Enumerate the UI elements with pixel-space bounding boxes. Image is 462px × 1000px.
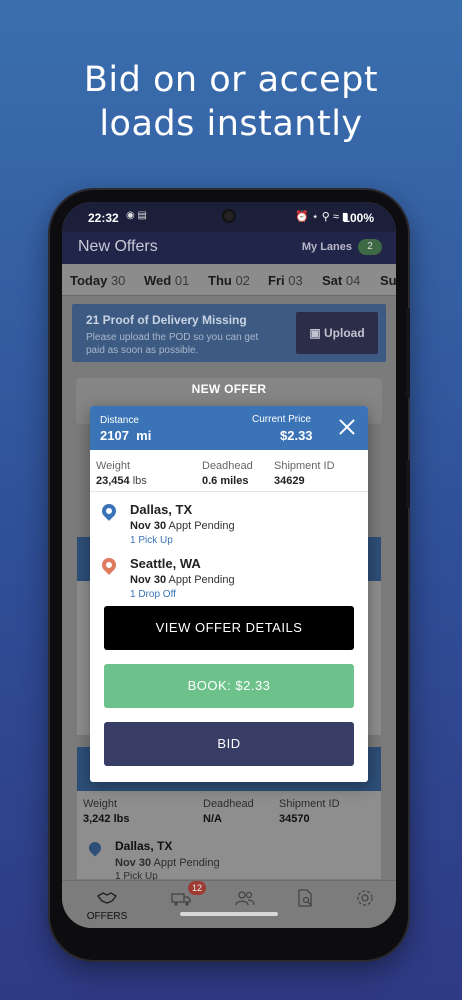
close-icon[interactable] — [336, 416, 358, 438]
nav-documents[interactable] — [272, 881, 338, 928]
pickup-city: Dallas, TX — [115, 839, 173, 853]
book-button[interactable]: BOOK: $2.33 — [104, 664, 354, 708]
shipment-id-value: 34629 — [274, 475, 305, 487]
tab-day[interactable]: Fri 03 — [268, 273, 303, 288]
camera-icon — [222, 209, 236, 223]
pod-missing-card: 21 Proof of Delivery Missing Please uplo… — [72, 304, 386, 362]
nav-offers-label: OFFERS — [86, 911, 128, 922]
shipment-id-value: 34570 — [279, 813, 310, 825]
deadhead-value: N/A — [203, 813, 222, 825]
nav-offers[interactable]: OFFERS — [74, 881, 140, 928]
phone-side-button — [406, 460, 410, 508]
pickup-stop: Dallas, TX Nov 30 Appt Pending 1 Pick Up — [90, 500, 368, 552]
phone-side-button — [406, 308, 410, 398]
modal-overlay-title: NEW OFFER — [191, 382, 267, 396]
weight-value: 3,242 lbs — [83, 813, 130, 825]
pickup-date: Nov 30 Appt Pending — [130, 520, 235, 532]
users-icon — [235, 891, 255, 906]
handshake-icon — [97, 892, 117, 904]
document-search-icon — [298, 889, 312, 907]
tab-day[interactable]: Su — [380, 273, 396, 288]
location-pin-icon — [99, 555, 119, 575]
headline-line-1: Bid on or accept — [83, 60, 379, 100]
camera-icon: ▣ — [309, 326, 321, 340]
my-lanes-count-badge: 2 — [358, 239, 382, 255]
day-tabs: Today 30 Wed 01 Thu 02 Fri 03 Sat 04 Su — [62, 264, 396, 296]
gear-icon — [357, 890, 373, 906]
current-price-value: $2.33 — [280, 428, 313, 443]
loads-count-badge: 12 — [188, 881, 206, 895]
my-lanes-link[interactable]: My Lanes — [302, 241, 352, 253]
shipment-id-label: Shipment ID — [274, 460, 335, 472]
modal-header: Distance 2107 mi Current Price $2.33 — [90, 406, 368, 450]
status-time: 22:32 — [88, 211, 119, 225]
location-pin-icon — [86, 839, 104, 857]
pickup-count: 1 Pick Up — [130, 535, 173, 546]
pickup-city: Dallas, TX — [130, 502, 193, 517]
pickup-date: Nov 30 Appt Pending — [115, 857, 220, 869]
tab-day[interactable]: Thu 02 — [208, 273, 250, 288]
nav-settings[interactable] — [332, 881, 396, 928]
dropoff-stop: Seattle, WA Nov 30 Appt Pending 1 Drop O… — [90, 554, 368, 606]
shipment-id-label: Shipment ID — [279, 798, 340, 810]
weight-label: Weight — [96, 460, 131, 472]
dropoff-count: 1 Drop Off — [130, 589, 176, 600]
system-icons: ⏰ ⋆ ⚲ ≈ ▮ — [295, 211, 348, 223]
app-header: New Offers My Lanes 2 — [62, 232, 396, 264]
deadhead-label: Deadhead — [203, 798, 254, 810]
status-bar: 22:32 ◉ ▤ ⏰ ⋆ ⚲ ≈ ▮ 100% — [62, 202, 396, 232]
nav-contacts[interactable] — [212, 881, 278, 928]
tab-day[interactable]: Sat 04 — [322, 273, 360, 288]
bottom-nav: OFFERS 12 — [62, 880, 396, 928]
location-pin-icon — [99, 501, 119, 521]
weight-label: Weight — [83, 798, 118, 810]
page-title: New Offers — [78, 238, 158, 255]
pod-text: Please upload the POD so you can get pai… — [86, 332, 259, 356]
nav-loads[interactable]: 12 — [148, 881, 214, 928]
tab-day[interactable]: Today 30 — [70, 273, 125, 288]
home-indicator[interactable] — [180, 912, 278, 916]
dropoff-date: Nov 30 Appt Pending — [130, 574, 235, 586]
truck-icon — [171, 893, 191, 906]
bid-button[interactable]: BID — [104, 722, 354, 766]
distance-label: Distance — [100, 415, 139, 426]
headline-line-2: loads instantly — [99, 104, 363, 144]
distance-value: 2107 mi — [100, 428, 152, 443]
headline: Bid on or accept loads instantly — [0, 58, 462, 146]
dropoff-city: Seattle, WA — [130, 556, 201, 571]
view-offer-details-button[interactable]: VIEW OFFER DETAILS — [104, 606, 354, 650]
battery-level: 100% — [343, 211, 374, 225]
deadhead-label: Deadhead — [202, 460, 253, 472]
weight-value: 23,454 lbs — [96, 475, 147, 487]
deadhead-value: 0.6 miles — [202, 475, 249, 487]
tab-day[interactable]: Wed 01 — [144, 273, 189, 288]
current-price-label: Current Price — [252, 414, 311, 425]
pod-title: 21 Proof of Delivery Missing — [86, 313, 247, 327]
phone-screen: 22:32 ◉ ▤ ⏰ ⋆ ⚲ ≈ ▮ 100% New Offers My L… — [62, 202, 396, 928]
offer-stats: Weight 23,454 lbs Deadhead 0.6 miles Shi… — [90, 450, 368, 492]
notification-icons: ◉ ▤ — [126, 210, 147, 221]
upload-button[interactable]: ▣ Upload — [296, 312, 378, 354]
